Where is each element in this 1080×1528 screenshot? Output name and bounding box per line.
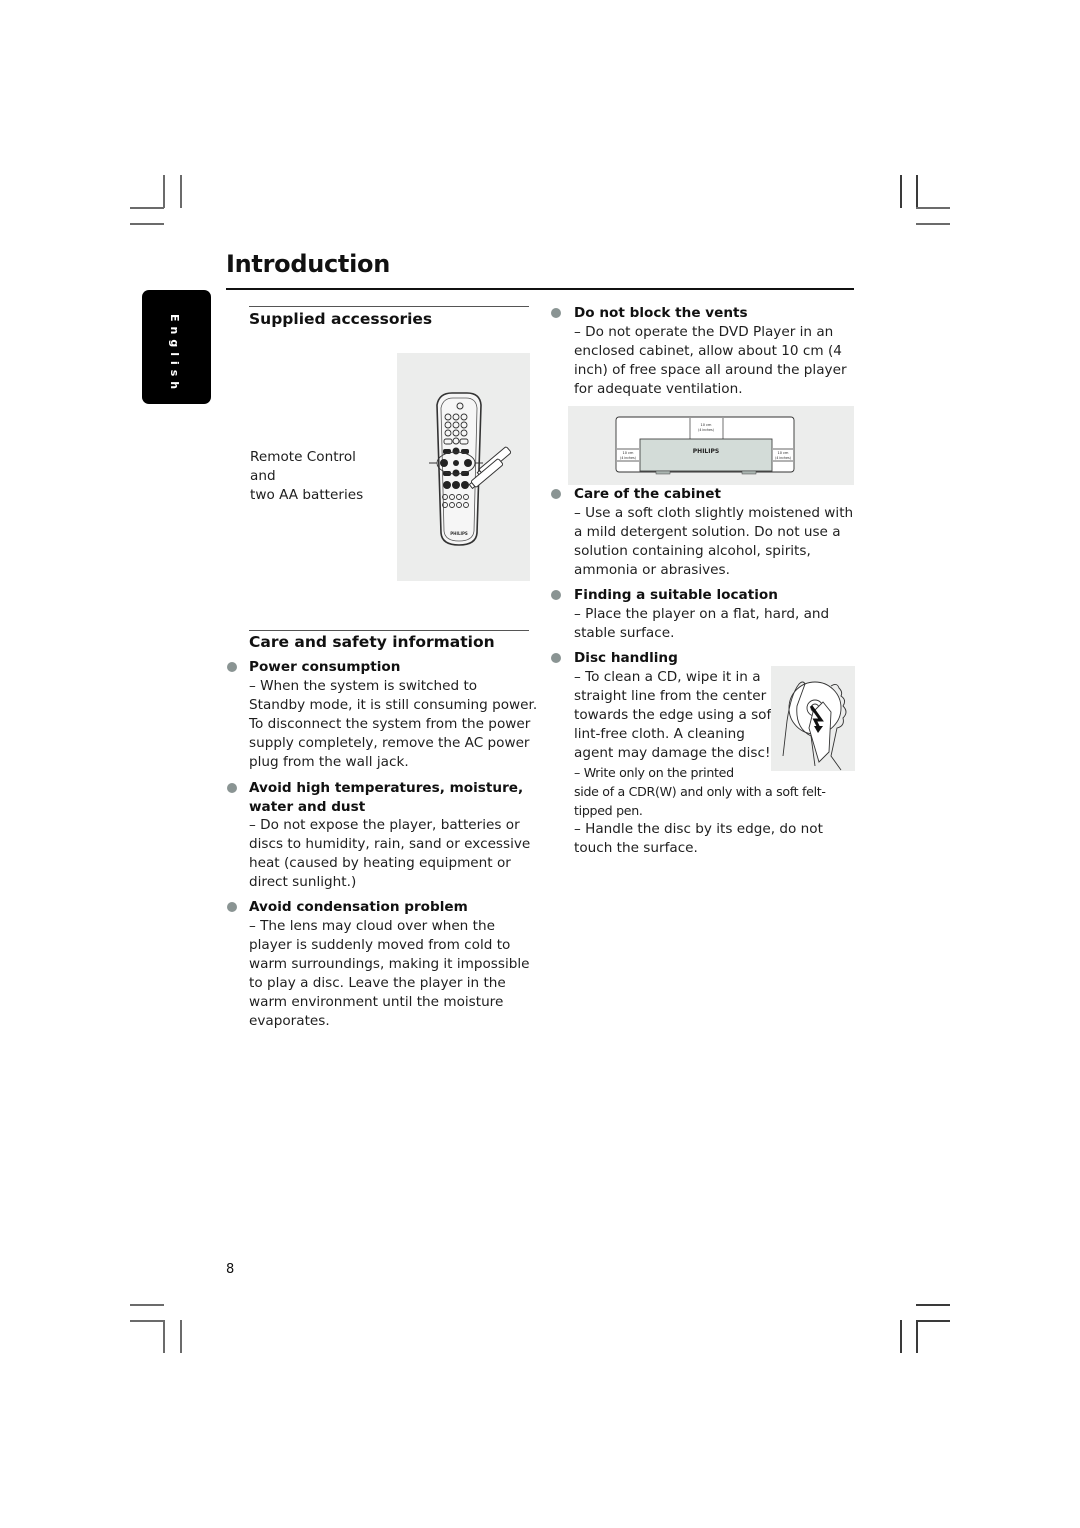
crop-mark — [916, 1304, 950, 1306]
bullet-icon — [227, 662, 237, 672]
avoid-high-temperatures-text: – Do not expose the player, batteries or… — [249, 817, 531, 890]
ventilation-diagram-icon: PHILIPS 10 cm (4 inches) 10 cm (4 inches… — [615, 416, 795, 475]
section-heading-supplied-accessories: Supplied accessories — [249, 310, 433, 328]
section-heading-care-and-safety: Care and safety information — [249, 633, 495, 651]
crop-mark — [130, 1320, 164, 1322]
right-clearance-label: 10 cm — [778, 451, 789, 455]
bullet-icon — [227, 783, 237, 793]
bullet-icon — [551, 308, 561, 318]
page-title: Introduction — [226, 250, 390, 278]
svg-text:(4 inches): (4 inches) — [698, 428, 714, 432]
accessories-caption: Remote Control and two AA batteries — [250, 449, 364, 503]
bullet-heading-avoid-condensation: Avoid condensation problem — [249, 899, 468, 915]
avoid-condensation-text: – The lens may cloud over when the playe… — [249, 918, 530, 1029]
player-brand: PHILIPS — [693, 448, 719, 455]
remote-brand: PHILIPS — [450, 531, 468, 536]
language-tab: English — [142, 290, 211, 404]
language-tab-label: English — [168, 314, 181, 395]
title-rule — [226, 288, 854, 290]
bullet-heading-care-of-cabinet: Care of the cabinet — [574, 486, 721, 502]
left-clearance-label: 10 cm — [623, 451, 634, 455]
bullet-icon — [551, 489, 561, 499]
bullet-heading-avoid-high-temperatures: Avoid high temperatures, moisture, water… — [249, 780, 524, 815]
crop-mark — [916, 175, 918, 208]
crop-mark — [130, 223, 164, 225]
power-consumption-text: – When the system is switched to Standby… — [249, 678, 538, 770]
crop-mark — [180, 175, 182, 208]
bullet-icon — [551, 590, 561, 600]
ventilation-figure: PHILIPS 10 cm (4 inches) 10 cm (4 inches… — [568, 406, 854, 485]
crop-mark — [130, 207, 164, 209]
care-of-cabinet-text: – Use a soft cloth slightly moistened wi… — [574, 505, 854, 578]
section-rule — [249, 306, 529, 307]
page-number: 8 — [226, 1262, 235, 1277]
crop-mark — [130, 1304, 164, 1306]
svg-text:(4 inches): (4 inches) — [775, 456, 791, 460]
svg-text:(4 inches): (4 inches) — [620, 456, 636, 460]
section-rule — [249, 630, 529, 631]
crop-mark — [916, 223, 950, 225]
crop-mark — [916, 207, 950, 209]
bullet-icon — [551, 653, 561, 663]
bullet-heading-disc-handling: Disc handling — [574, 650, 678, 666]
top-clearance-label: 10 cm — [701, 423, 712, 427]
bullet-heading-finding-location: Finding a suitable location — [574, 587, 778, 603]
remote-control-icon: PHILIPS — [429, 392, 512, 546]
crop-mark — [900, 1320, 902, 1353]
crop-mark — [163, 175, 165, 208]
crop-mark — [916, 1320, 918, 1353]
disc-handling-figure — [771, 666, 855, 771]
bullet-heading-do-not-block-vents: Do not block the vents — [574, 305, 748, 321]
hands-cleaning-disc-icon — [782, 681, 847, 771]
crop-mark — [916, 1320, 950, 1322]
bullet-heading-power-consumption: Power consumption — [249, 659, 401, 675]
bullet-icon — [227, 902, 237, 912]
crop-mark — [163, 1320, 165, 1353]
finding-location-text: – Place the player on a flat, hard, and … — [574, 606, 830, 641]
crop-mark — [180, 1320, 182, 1353]
remote-control-figure: PHILIPS — [397, 353, 530, 581]
crop-mark — [900, 175, 902, 208]
do-not-block-vents-text: – Do not operate the DVD Player in an en… — [574, 324, 847, 397]
